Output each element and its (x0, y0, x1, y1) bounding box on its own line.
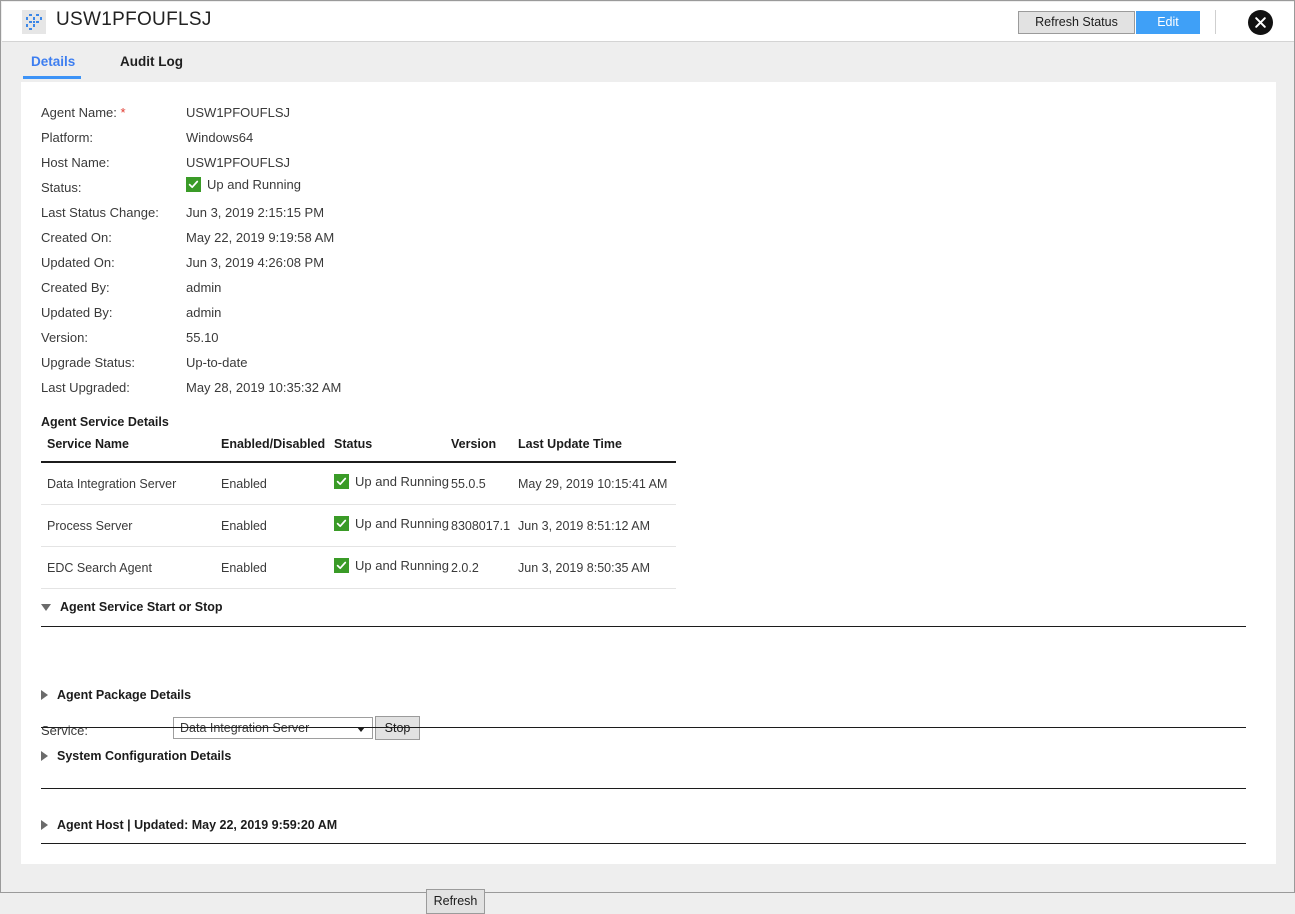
close-icon[interactable] (1248, 10, 1273, 35)
status-text: Up and Running (355, 516, 449, 531)
cell-last-update: Jun 3, 2019 8:50:35 AM (518, 561, 651, 575)
field-label: Platform: (41, 130, 94, 145)
check-icon (334, 558, 349, 573)
required-asterisk: * (120, 105, 126, 120)
application-window: USW1PFOUFLSJ Refresh Status Edit Details… (0, 0, 1295, 914)
section-label: Agent Host | Updated: May 22, 2019 9:59:… (57, 818, 338, 832)
status-text: Up and Running (355, 558, 449, 573)
cell-service-name: Process Server (47, 519, 133, 533)
cell-last-update: May 29, 2019 10:15:41 AM (518, 477, 668, 491)
field-value: USW1PFOUFLSJ (186, 105, 291, 120)
check-icon (186, 177, 201, 192)
field-label: Created By: (41, 280, 110, 295)
section-label: System Configuration Details (57, 749, 232, 763)
section-label: Agent Package Details (57, 688, 192, 702)
cell-enabled: Enabled (221, 477, 267, 491)
page-title: USW1PFOUFLSJ (56, 9, 212, 30)
refresh-status-button[interactable]: Refresh Status (1018, 11, 1135, 34)
field-value: admin (186, 280, 222, 295)
section-divider (41, 626, 1246, 627)
service-picker-label: Service: (41, 723, 88, 738)
service-select-value: Data Integration Server (180, 721, 310, 735)
tab-bar: Details Audit Log (2, 42, 1294, 82)
title-bar: USW1PFOUFLSJ Refresh Status Edit (2, 2, 1294, 42)
chevron-right-icon (41, 751, 48, 761)
service-select[interactable]: Data Integration Server (173, 717, 373, 739)
field-value: Up-to-date (186, 355, 248, 370)
agent-service-details-title: Agent Service Details (41, 415, 169, 429)
check-icon (334, 474, 349, 489)
header-divider (1215, 10, 1216, 34)
column-header-service-name: Service Name (47, 437, 130, 451)
field-label: Last Upgraded: (41, 380, 130, 395)
tab-active-indicator (23, 76, 81, 79)
table-row[interactable]: EDC Search Agent Enabled Up and Running … (41, 547, 676, 589)
status-text: Up and Running (207, 177, 301, 192)
table-row[interactable]: Data Integration Server Enabled Up and R… (41, 463, 676, 505)
status-badge: Up and Running (186, 177, 301, 192)
table-row[interactable]: Process Server Enabled Up and Running 83… (41, 505, 676, 547)
field-value: admin (186, 305, 222, 320)
cell-enabled: Enabled (221, 561, 267, 575)
field-label: Status: (41, 180, 82, 195)
column-header-last-update: Last Update Time (518, 437, 622, 451)
details-panel: Agent Name: * USW1PFOUFLSJ Platform: Win… (21, 82, 1276, 914)
cell-status: Up and Running (334, 474, 449, 489)
field-value: 55.10 (186, 330, 219, 345)
cell-version: 8308017.1 (451, 519, 511, 533)
cell-version: 55.0.5 (451, 477, 486, 491)
field-label: Updated By: (41, 305, 113, 320)
field-value: May 28, 2019 10:35:32 AM (186, 380, 342, 395)
field-label: Created On: (41, 230, 112, 245)
tab-details[interactable]: Details (31, 54, 75, 69)
column-header-enabled: Enabled/Disabled (221, 437, 326, 451)
check-icon (334, 516, 349, 531)
field-value: USW1PFOUFLSJ (186, 155, 291, 170)
column-header-status: Status (334, 437, 373, 451)
field-value: Windows64 (186, 130, 254, 145)
chevron-down-icon (41, 603, 51, 611)
status-text: Up and Running (355, 474, 449, 489)
section-divider (41, 788, 1246, 789)
cell-version: 2.0.2 (451, 561, 479, 575)
field-label: Version: (41, 330, 88, 345)
section-agent-host[interactable]: Agent Host | Updated: May 22, 2019 9:59:… (41, 818, 337, 832)
cell-enabled: Enabled (221, 519, 267, 533)
section-agent-package-details[interactable]: Agent Package Details (41, 688, 191, 702)
section-divider (41, 727, 1246, 728)
field-label: Upgrade Status: (41, 355, 135, 370)
section-label: Agent Service Start or Stop (60, 600, 223, 614)
section-system-configuration-details[interactable]: System Configuration Details (41, 749, 231, 763)
cell-status: Up and Running (334, 516, 449, 531)
cell-service-name: EDC Search Agent (47, 561, 152, 575)
edit-button[interactable]: Edit (1136, 11, 1200, 34)
column-header-version: Version (451, 437, 497, 451)
chevron-right-icon (41, 690, 48, 700)
field-label: Updated On: (41, 255, 115, 270)
field-label: Agent Name: * (41, 105, 126, 120)
agent-service-details-table: Service Name Enabled/Disabled Status Ver… (41, 437, 676, 589)
stop-service-button[interactable]: Stop (375, 716, 420, 740)
grid-app-icon (22, 10, 46, 34)
chevron-right-icon (41, 820, 48, 830)
cell-status: Up and Running (334, 558, 449, 573)
tab-audit-log[interactable]: Audit Log (120, 54, 183, 69)
field-value: Jun 3, 2019 2:15:15 PM (186, 205, 325, 220)
section-divider (41, 843, 1246, 844)
field-label: Host Name: (41, 155, 110, 170)
cell-last-update: Jun 3, 2019 8:51:12 AM (518, 519, 651, 533)
field-label: Last Status Change: (41, 205, 159, 220)
field-value: Jun 3, 2019 4:26:08 PM (186, 255, 325, 270)
table-header-row: Service Name Enabled/Disabled Status Ver… (41, 437, 676, 463)
field-value: May 22, 2019 9:19:58 AM (186, 230, 335, 245)
cell-service-name: Data Integration Server (47, 477, 177, 491)
section-agent-service-start-stop[interactable]: Agent Service Start or Stop (41, 600, 223, 614)
